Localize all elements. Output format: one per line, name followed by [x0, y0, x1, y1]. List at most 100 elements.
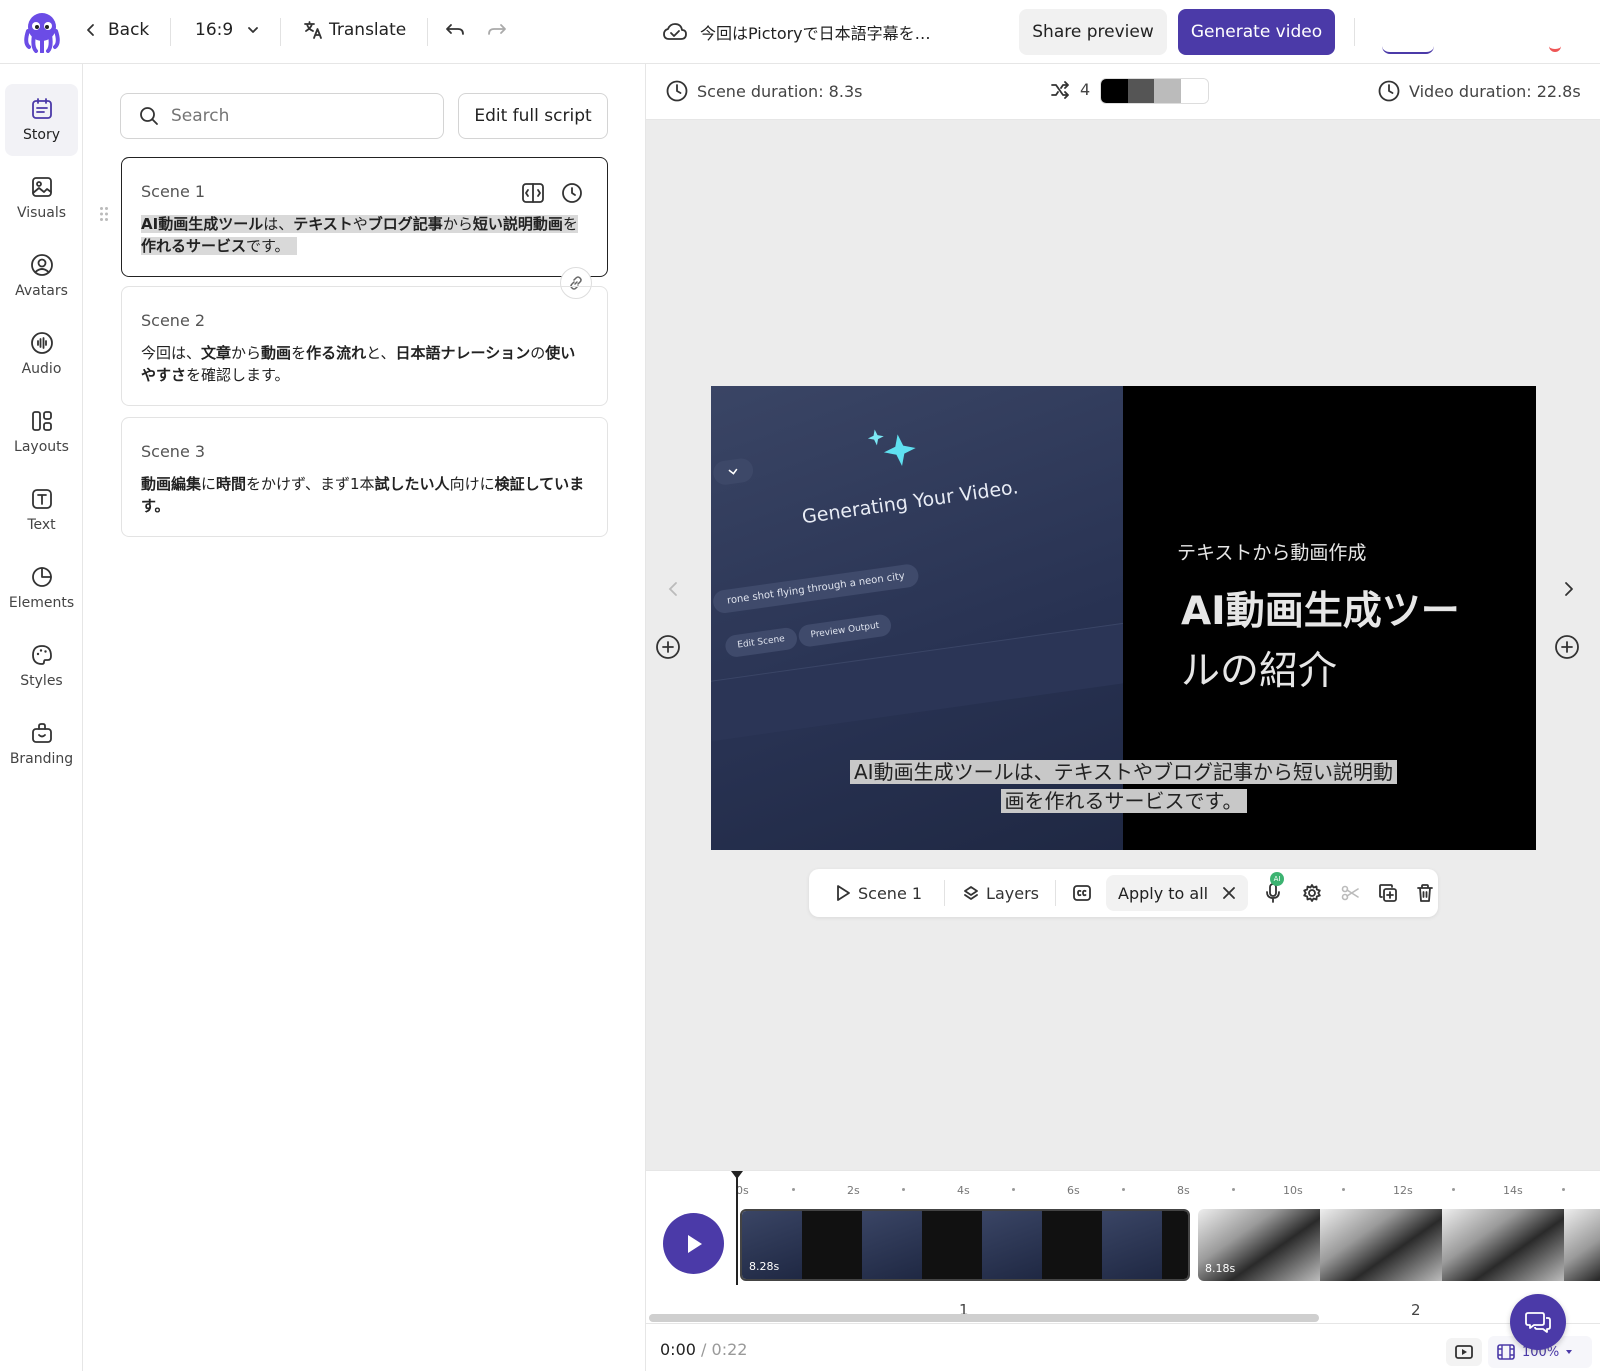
- clock-icon: [666, 80, 688, 102]
- rail-item-text[interactable]: Text: [5, 474, 78, 546]
- rail-item-branding[interactable]: Branding: [5, 708, 78, 780]
- settings-button[interactable]: [1302, 883, 1322, 903]
- caret-down-icon: [1566, 1350, 1573, 1354]
- generate-video-button[interactable]: Generate video: [1178, 9, 1335, 55]
- timeline-scrollbar[interactable]: [649, 1314, 1319, 1322]
- timeline: 0s 2s 4s 6s 8s 10s 12s 14s 8.28s 8.18s 1…: [646, 1170, 1600, 1371]
- captions-button[interactable]: [1072, 884, 1092, 902]
- add-scene-before-button[interactable]: [655, 634, 681, 660]
- duplicate-scene-button[interactable]: [1378, 883, 1398, 903]
- briefcase-icon: [31, 723, 52, 743]
- video-subheading: テキストから動画作成: [1177, 542, 1367, 564]
- scene-toolbar: Scene 1 Layers Apply to all AI: [809, 869, 1438, 917]
- scene-card-2[interactable]: Scene 2 今回は、文章から動画を作る流れと、日本語ナレーションの使いやすさ…: [121, 286, 608, 406]
- project-title-text: 今回はPictoryで日本語字幕を…: [700, 24, 931, 43]
- rail-item-story[interactable]: Story: [5, 84, 78, 156]
- info-bar: Scene duration: 8.3s 4 Video duration: 2…: [646, 64, 1600, 120]
- time-row: 0:00 / 0:22 100%: [646, 1323, 1600, 1372]
- scene-card-3[interactable]: Scene 3 動画編集に時間をかけず、まず1本試したい人向けに検証しています。: [121, 417, 608, 537]
- shuffle-control[interactable]: 4: [1050, 80, 1090, 99]
- mock-preview-output-chip: Preview Output: [797, 613, 893, 648]
- time-display: 0:00 / 0:22: [660, 1340, 748, 1359]
- video-preview[interactable]: Generating Your Video. rone shot flying …: [711, 386, 1536, 850]
- scene-text[interactable]: 動画編集に時間をかけず、まず1本試したい人向けに検証しています。: [141, 473, 588, 517]
- notification-dot[interactable]: [1549, 44, 1561, 52]
- tick-dot: [1012, 1188, 1015, 1191]
- tick-dot: [1232, 1188, 1235, 1191]
- close-icon[interactable]: [1222, 886, 1236, 900]
- ai-voice-button[interactable]: AI: [1264, 872, 1285, 904]
- preview-area: Scene duration: 8.3s 4 Video duration: 2…: [646, 64, 1600, 1371]
- avatar-icon: [30, 254, 53, 276]
- mock-generating-title: Generating Your Video.: [800, 476, 1020, 529]
- translate-button[interactable]: Translate: [303, 20, 406, 40]
- mock-prompt-chip: rone shot flying through a neon city: [711, 562, 921, 615]
- rail-item-layouts[interactable]: Layouts: [5, 396, 78, 468]
- timeline-clip-1[interactable]: 8.28s: [740, 1209, 1190, 1281]
- share-preview-button[interactable]: Share preview: [1019, 9, 1167, 55]
- left-rail: Story Visuals Avatars Audio Layouts Text…: [0, 64, 83, 1371]
- rail-item-styles[interactable]: Styles: [5, 630, 78, 702]
- split-scene-icon[interactable]: [521, 182, 545, 204]
- elements-icon: [31, 567, 52, 587]
- tick-label: 12s: [1393, 1184, 1413, 1197]
- rail-label: Text: [27, 517, 56, 533]
- chat-support-button[interactable]: [1510, 1294, 1566, 1350]
- clock-icon: [1378, 80, 1400, 102]
- scene-text-highlight: AI動画生成ツールは、テキストやブログ記事から短い説明動画を作れるサービスです。: [141, 215, 578, 255]
- video-heading: AI動画生成ツー ルの紹介: [1181, 589, 1460, 694]
- rail-item-audio[interactable]: Audio: [5, 318, 78, 390]
- cloud-check-icon: [663, 23, 687, 40]
- closed-captions-icon: [1073, 885, 1091, 901]
- aspect-ratio-dropdown[interactable]: 16:9: [195, 20, 259, 40]
- search-box[interactable]: [120, 93, 444, 139]
- apply-to-all-chip[interactable]: Apply to all: [1106, 875, 1249, 911]
- plus-circle-icon: [1555, 635, 1579, 659]
- story-panel: Edit full script Scene 1 AI動画生成ツールは、テキスト…: [83, 64, 646, 1371]
- back-button[interactable]: Back: [86, 20, 149, 40]
- pictory-logo[interactable]: [22, 11, 62, 53]
- scene-text[interactable]: AI動画生成ツールは、テキストやブログ記事から短い説明動画を作れるサービスです。: [141, 213, 588, 257]
- chevron-down-icon: [728, 468, 738, 475]
- preview-mode-button[interactable]: [1446, 1338, 1482, 1366]
- playhead[interactable]: [731, 1171, 743, 1285]
- mock-edit-scene-chip: Edit Scene: [724, 626, 799, 659]
- tick-label: 8s: [1177, 1184, 1190, 1197]
- rail-item-elements[interactable]: Elements: [5, 552, 78, 624]
- project-title[interactable]: 今回はPictoryで日本語字幕を…: [662, 20, 931, 44]
- tick-label: 14s: [1503, 1184, 1523, 1197]
- scene-label: Scene 3: [141, 442, 206, 461]
- timeline-clip-2[interactable]: 8.18s: [1198, 1209, 1600, 1281]
- clock-icon[interactable]: [561, 182, 583, 204]
- account-chip[interactable]: [1382, 46, 1434, 54]
- search-input[interactable]: [171, 106, 411, 126]
- next-scene-arrow[interactable]: [1564, 581, 1574, 597]
- plus-circle-icon: [656, 635, 680, 659]
- layers-button[interactable]: Layers: [963, 884, 1039, 903]
- back-label: Back: [108, 20, 150, 40]
- scene-text[interactable]: 今回は、文章から動画を作る流れと、日本語ナレーションの使いやすさを確認します。: [141, 342, 588, 386]
- add-scene-after-button[interactable]: [1554, 634, 1580, 660]
- undo-button[interactable]: [444, 21, 466, 41]
- drag-handle-icon[interactable]: [99, 206, 109, 222]
- play-button[interactable]: [663, 1213, 724, 1274]
- rail-item-avatars[interactable]: Avatars: [5, 240, 78, 312]
- delete-scene-button[interactable]: [1416, 883, 1434, 903]
- scene-duration: Scene duration: 8.3s: [666, 80, 862, 102]
- theme-swatch-picker[interactable]: [1100, 78, 1209, 104]
- tick-dot: [1122, 1188, 1125, 1191]
- prev-scene-arrow[interactable]: [668, 581, 678, 597]
- edit-full-script-button[interactable]: Edit full script: [458, 93, 608, 139]
- trash-icon: [1417, 884, 1434, 902]
- tick-label: 2s: [847, 1184, 860, 1197]
- top-bar: Back 16:9 Translate 今回はPictoryで日本語字幕を… S…: [0, 0, 1600, 64]
- rail-label: Layouts: [14, 439, 69, 455]
- rail-item-visuals[interactable]: Visuals: [5, 162, 78, 234]
- search-icon: [140, 107, 158, 125]
- ai-badge: AI: [1270, 872, 1285, 886]
- cut-button[interactable]: [1340, 883, 1360, 903]
- play-scene-button[interactable]: Scene 1: [835, 884, 922, 903]
- scene-card-1[interactable]: Scene 1 AI動画生成ツールは、テキストやブログ記事から短い説明動画を作れ…: [121, 157, 608, 299]
- redo-button[interactable]: [486, 21, 508, 41]
- video-caption: AI動画生成ツールは、テキストやブログ記事から短い説明動 画を作れるサービスです…: [711, 758, 1536, 816]
